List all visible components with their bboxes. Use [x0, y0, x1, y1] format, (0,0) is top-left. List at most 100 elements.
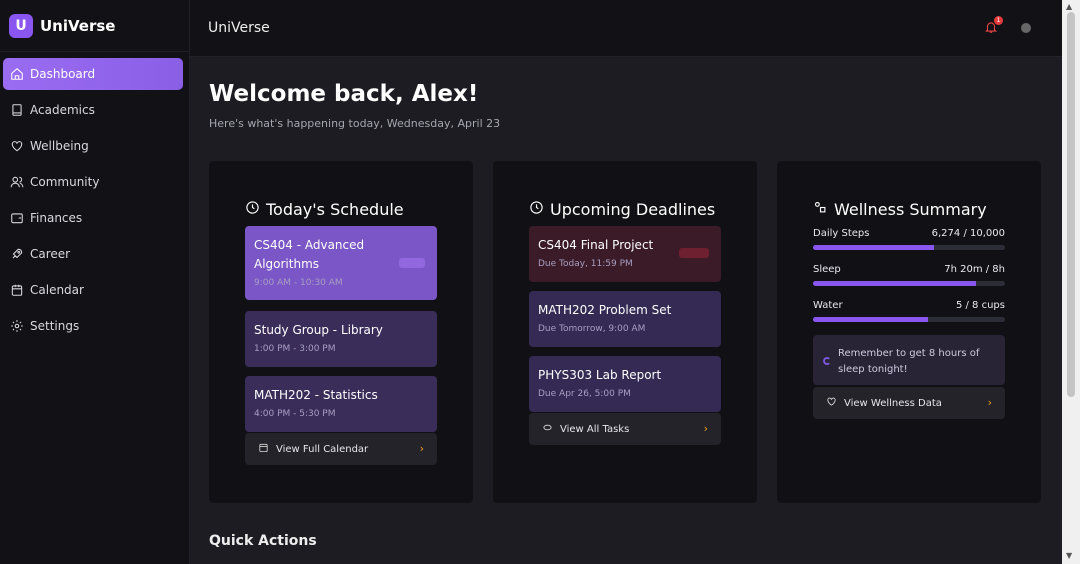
- schedule-item-title: CS404 - Advanced Algorithms: [254, 238, 365, 271]
- schedule-item-title: MATH202 - Statistics: [254, 388, 378, 402]
- sidebar-item-community[interactable]: Community: [3, 166, 183, 198]
- progress-bar: [813, 317, 1005, 322]
- activity-icon: [813, 200, 834, 219]
- sidebar-item-wellbeing[interactable]: Wellbeing: [3, 130, 183, 162]
- sidebar-item-calendar[interactable]: Calendar: [3, 274, 183, 306]
- metric-label: Sleep: [813, 264, 841, 275]
- schedule-item[interactable]: MATH202 - Statistics 4:00 PM - 5:30 PM: [245, 376, 437, 432]
- card-title-text: Upcoming Deadlines: [550, 200, 716, 219]
- schedule-card: Today's Schedule CS404 - Advanced Algori…: [209, 161, 473, 503]
- heart-icon: [826, 396, 844, 410]
- footer-label: View All Tasks: [560, 423, 630, 435]
- progress-bar: [813, 245, 1005, 250]
- brand-name: UniVerse: [40, 16, 116, 35]
- avatar[interactable]: [1021, 23, 1031, 33]
- status-badge: [399, 258, 425, 268]
- metric-label: Water: [813, 300, 843, 311]
- progress-bar: [813, 281, 1005, 286]
- metric-water: Water 5 / 8 cups: [813, 300, 1005, 322]
- deadlines-card: Upcoming Deadlines CS404 Final Project D…: [493, 161, 757, 503]
- view-wellness-button[interactable]: View Wellness Data ›: [813, 387, 1005, 419]
- sidebar-item-dashboard[interactable]: Dashboard: [3, 58, 183, 90]
- schedule-item-time: 1:00 PM - 3:00 PM: [254, 344, 336, 354]
- schedule-item-title: Study Group - Library: [254, 323, 383, 337]
- schedule-item[interactable]: CS404 - Advanced Algorithms 9:00 AM - 10…: [245, 226, 437, 300]
- brand[interactable]: U UniVerse: [0, 0, 189, 52]
- sidebar-item-settings[interactable]: Settings: [3, 310, 183, 342]
- sidebar-item-label: Wellbeing: [30, 139, 89, 153]
- page-subtitle: Here's what's happening today, Wednesday…: [209, 117, 501, 130]
- heart-icon: [10, 139, 24, 153]
- schedule-title: Today's Schedule: [245, 200, 404, 219]
- status-badge: [679, 248, 709, 258]
- sidebar-item-career[interactable]: Career: [3, 238, 183, 270]
- sidebar-nav: Dashboard Academics Wellbeing Community …: [0, 52, 189, 342]
- calendar-icon: [258, 442, 276, 456]
- clock-icon: [245, 200, 266, 219]
- metric-steps: Daily Steps 6,274 / 10,000: [813, 228, 1005, 250]
- deadline-item[interactable]: MATH202 Problem Set Due Tomorrow, 9:00 A…: [529, 291, 721, 347]
- deadline-item[interactable]: PHYS303 Lab Report Due Apr 26, 5:00 PM: [529, 356, 721, 412]
- metric-value: 6,274 / 10,000: [931, 228, 1005, 239]
- wallet-icon: [10, 211, 24, 225]
- scroll-thumb[interactable]: [1067, 12, 1075, 397]
- top-header: UniVerse 1: [190, 0, 1062, 57]
- progress-fill: [813, 317, 929, 322]
- view-all-tasks-button[interactable]: View All Tasks ›: [529, 413, 721, 445]
- deadlines-title: Upcoming Deadlines: [529, 200, 715, 219]
- schedule-item-time: 4:00 PM - 5:30 PM: [254, 409, 336, 419]
- schedule-item-time: 9:00 AM - 10:30 AM: [254, 278, 343, 288]
- gear-icon: [10, 319, 24, 333]
- notification-button[interactable]: 1: [984, 16, 1003, 35]
- reminder-text: Remember to get 8 hours of sleep tonight…: [838, 348, 980, 375]
- clock-icon: [529, 200, 550, 219]
- chevron-right-icon: ›: [987, 396, 992, 409]
- card-title-text: Wellness Summary: [834, 200, 987, 219]
- deadline-item[interactable]: CS404 Final Project Due Today, 11:59 PM: [529, 226, 721, 282]
- main-content: Welcome back, Alex! Here's what's happen…: [190, 57, 1062, 564]
- sidebar-item-label: Career: [30, 247, 71, 261]
- sidebar-item-label: Community: [30, 175, 100, 189]
- schedule-item[interactable]: Study Group - Library 1:00 PM - 3:00 PM: [245, 311, 437, 367]
- wellness-title: Wellness Summary: [813, 200, 987, 219]
- brand-logo: U: [9, 13, 33, 38]
- view-calendar-button[interactable]: View Full Calendar ›: [245, 433, 437, 465]
- metric-value: 7h 20m / 8h: [944, 264, 1005, 275]
- wellness-reminder: Remember to get 8 hours of sleep tonight…: [813, 335, 1005, 385]
- calendar-icon: [10, 283, 24, 297]
- notification-badge: 1: [994, 16, 1003, 25]
- sidebar-item-label: Academics: [30, 103, 95, 117]
- footer-label: View Full Calendar: [276, 443, 369, 455]
- wellness-card: Wellness Summary Daily Steps 6,274 / 10,…: [777, 161, 1041, 503]
- deadline-item-due: Due Today, 11:59 PM: [538, 259, 633, 269]
- metric-sleep: Sleep 7h 20m / 8h: [813, 264, 1005, 286]
- card-title-text: Today's Schedule: [266, 200, 404, 219]
- metric-label: Daily Steps: [813, 228, 870, 239]
- sidebar: U UniVerse Dashboard Academics Wellbeing…: [0, 0, 190, 564]
- sidebar-item-academics[interactable]: Academics: [3, 94, 183, 126]
- scrollbar[interactable]: ▲ ▼: [1062, 0, 1080, 564]
- footer-label: View Wellness Data: [844, 397, 942, 409]
- sidebar-item-label: Dashboard: [30, 67, 96, 81]
- scroll-down-icon[interactable]: ▼: [1066, 551, 1072, 560]
- metric-value: 5 / 8 cups: [955, 300, 1005, 311]
- deadline-item-due: Due Tomorrow, 9:00 AM: [538, 324, 646, 334]
- task-icon: [542, 422, 560, 436]
- rocket-icon: [10, 247, 24, 261]
- sidebar-item-label: Finances: [30, 211, 83, 225]
- deadline-item-title: PHYS303 Lab Report: [538, 368, 662, 382]
- chevron-right-icon: ›: [419, 442, 424, 455]
- progress-fill: [813, 281, 977, 286]
- scroll-up-icon[interactable]: ▲: [1066, 2, 1072, 11]
- progress-fill: [813, 245, 934, 250]
- deadline-item-title: MATH202 Problem Set: [538, 303, 672, 317]
- book-icon: [10, 103, 24, 117]
- sidebar-item-finances[interactable]: Finances: [3, 202, 183, 234]
- spinner-icon: [823, 357, 831, 365]
- page-title: Welcome back, Alex!: [209, 81, 479, 107]
- users-icon: [10, 175, 24, 189]
- sidebar-item-label: Calendar: [30, 283, 84, 297]
- deadline-item-due: Due Apr 26, 5:00 PM: [538, 389, 631, 399]
- header-title: UniVerse: [208, 20, 270, 36]
- sidebar-item-label: Settings: [30, 319, 80, 333]
